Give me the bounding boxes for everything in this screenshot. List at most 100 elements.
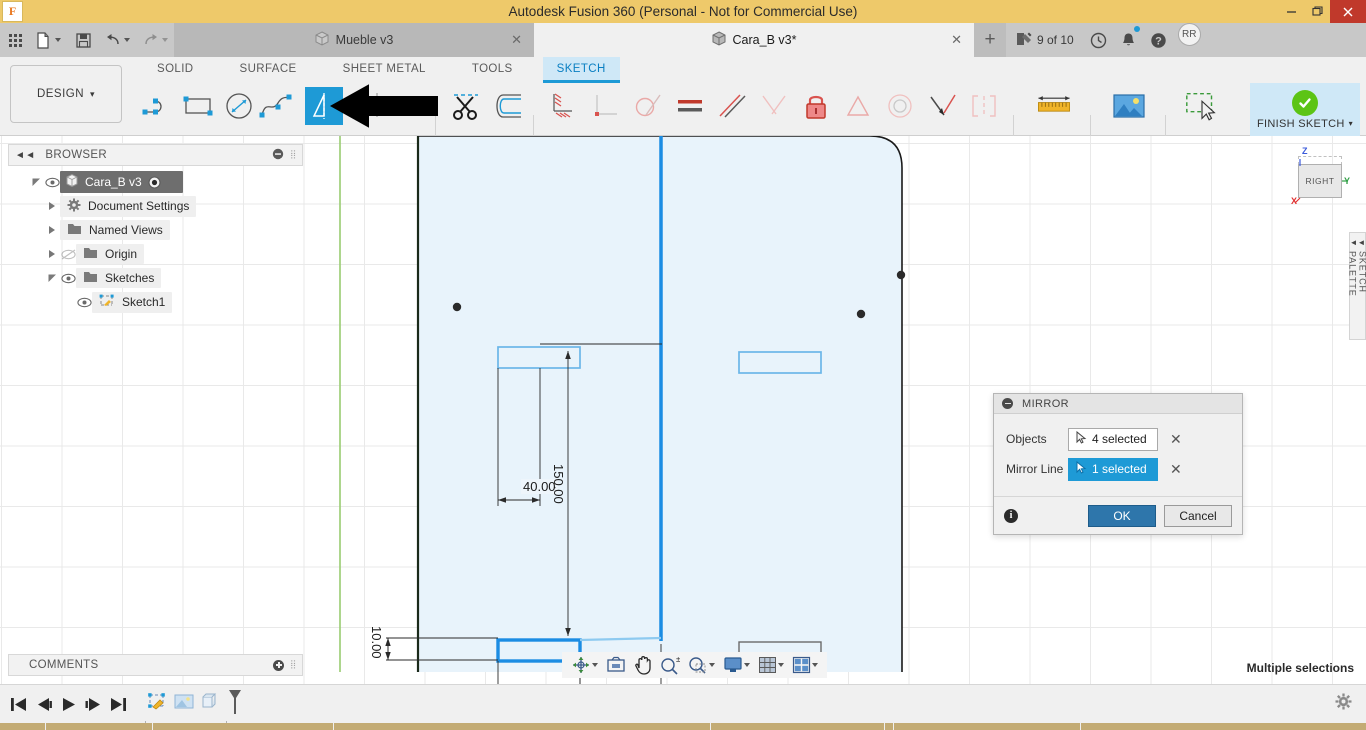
workspace-selector[interactable]: DESIGN ▾ [10,65,122,123]
visibility-eye-icon[interactable] [44,177,60,188]
mirror-line-clear-button[interactable]: ✕ [1170,461,1182,478]
close-tab-icon[interactable]: ✕ [951,32,962,48]
visibility-eye-off-icon[interactable] [60,249,76,260]
tangent-constraint-tool[interactable] [629,87,667,125]
close-tab-icon[interactable]: ✕ [511,32,522,48]
tree-item-sketches[interactable]: Sketches [8,266,303,290]
view-cube[interactable]: RIGHT Z X Y [1286,146,1350,212]
tree-item-sketch1[interactable]: Sketch1 [8,290,303,314]
equal-constraint-tool[interactable] [671,87,709,125]
timeline-settings-gear-icon[interactable] [1335,693,1352,715]
sketch-canvas[interactable]: 40.00 150.00 10.00 40.00 40.00 ◄◄ BROWSE… [0,136,1366,684]
perpendicular-constraint-tool[interactable] [587,87,625,125]
timeline-feature-canvas[interactable] [173,692,195,717]
skip-to-end-button[interactable] [106,696,131,713]
mirror-dialog-header[interactable]: MIRROR [994,394,1242,414]
dimension-label-150[interactable]: 150.00 [551,464,566,504]
tree-item-document-settings[interactable]: Document Settings [8,194,303,218]
save-icon[interactable] [68,23,98,57]
expand-arrow-icon[interactable] [44,250,60,258]
step-forward-button[interactable] [81,696,106,713]
parallel-constraint-tool[interactable] [713,87,751,125]
visibility-eye-icon[interactable] [60,273,76,284]
help-icon[interactable]: ? [1144,23,1174,57]
ribbon-tab-sheet-metal[interactable]: SHEET METAL [329,57,440,83]
dimension-label-10[interactable]: 10.00 [369,626,384,659]
measure-tool[interactable] [1035,87,1073,125]
redo-icon[interactable] [136,23,174,57]
fix-constraint-tool[interactable] [543,87,581,125]
tree-item-cara-b[interactable]: Cara_B v3 [8,170,303,194]
new-document-icon[interactable] [30,23,68,57]
timeline-feature-sketch[interactable] [147,692,169,717]
symmetry-constraint-tool[interactable] [923,87,961,125]
comments-panel[interactable]: COMMENTS ⦙⦙ [8,654,303,676]
select-tool[interactable] [1183,87,1221,125]
offset-tool[interactable] [490,87,528,125]
step-back-button[interactable] [31,696,56,713]
expand-arrow-icon[interactable] [44,273,60,284]
spline-tool[interactable] [257,87,295,125]
fix-lock-tool[interactable] [797,87,835,125]
ribbon-tab-solid[interactable]: SOLID [143,57,208,83]
midpoint-constraint-tool[interactable] [755,87,793,125]
timeline-marker-icon[interactable] [227,689,243,720]
browser-minimize-icon[interactable] [272,148,284,163]
collinear-constraint-tool[interactable] [881,87,919,125]
ribbon-tab-surface[interactable]: SURFACE [226,57,311,83]
concentric-constraint-tool[interactable] [839,87,877,125]
look-at-button[interactable] [603,656,629,674]
viewports-button[interactable] [789,656,821,674]
display-settings-button[interactable] [720,656,753,674]
ribbon-tab-sketch[interactable]: SKETCH [542,57,620,83]
grid-snaps-button[interactable] [755,656,787,674]
browser-grip-icon[interactable]: ⦙⦙ [290,149,296,162]
undo-icon[interactable] [98,23,136,57]
info-icon[interactable]: i [1004,508,1018,523]
curvature-constraint-tool[interactable] [965,87,1003,125]
new-tab-button[interactable]: + [974,23,1006,57]
play-button[interactable] [56,696,81,713]
arc-tool[interactable] [140,87,178,125]
minimize-button[interactable] [1278,0,1304,23]
expand-arrow-icon[interactable] [28,177,44,188]
tree-item-origin[interactable]: Origin [8,242,303,266]
insert-canvas-tool[interactable] [1110,87,1148,125]
recent-icon[interactable] [1084,23,1114,57]
sketch-palette-tab[interactable]: ◄◄ SKETCH PALETTE [1348,232,1366,340]
collapse-right-icon[interactable]: ◄◄ [1350,238,1366,247]
component-activate-radio[interactable] [148,175,161,189]
comments-grip-icon[interactable]: ⦙⦙ [290,659,296,672]
circle-tool[interactable] [220,87,258,125]
zoom-window-button[interactable] [685,656,718,675]
user-avatar[interactable]: RR [1177,23,1201,46]
finish-sketch-button[interactable]: FINISH SKETCH ▾ [1250,83,1360,136]
rectangle-tool[interactable] [180,87,218,125]
ribbon-tab-tools[interactable]: TOOLS [458,57,527,83]
mirror-line-selection[interactable]: 1 selected [1068,457,1158,481]
close-button[interactable] [1330,0,1366,23]
mirror-objects-selection[interactable]: 4 selected [1068,427,1158,451]
mirror-objects-clear-button[interactable]: ✕ [1170,431,1182,448]
job-status-indicator[interactable]: 9 of 10 [1006,23,1084,57]
expand-arrow-icon[interactable] [44,226,60,234]
notification-bell-icon[interactable] [1114,23,1144,57]
cancel-button[interactable]: Cancel [1164,504,1232,527]
timeline-feature-body[interactable] [199,692,221,717]
app-grid-icon[interactable] [0,23,30,57]
tree-item-named-views[interactable]: Named Views [8,218,303,242]
expand-arrow-icon[interactable] [44,202,60,210]
visibility-eye-icon[interactable] [76,297,92,308]
ok-button[interactable]: OK [1088,504,1156,527]
document-tab-cara-b[interactable]: Cara_B v3* ✕ [534,23,974,57]
skip-to-start-button[interactable] [6,696,31,713]
pan-hand-button[interactable] [631,655,655,675]
document-tab-mueble[interactable]: Mueble v3 ✕ [174,23,534,57]
orbit-button[interactable] [568,655,601,675]
minimize-icon[interactable] [1002,398,1013,409]
collapse-left-icon[interactable]: ◄◄ [15,150,35,161]
restore-button[interactable] [1304,0,1330,23]
trim-tool[interactable] [447,87,485,125]
add-comment-icon[interactable] [273,659,285,671]
zoom-button[interactable]: ± [657,656,683,675]
